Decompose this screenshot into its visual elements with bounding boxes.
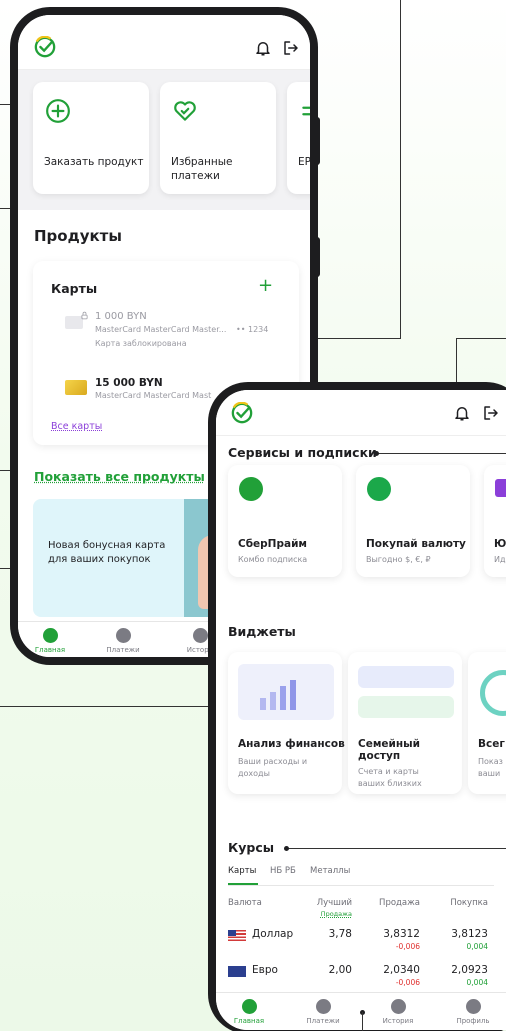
top-bar [216, 390, 506, 436]
tab-profile[interactable]: Профиль [443, 999, 503, 1025]
heart-check-icon [172, 98, 198, 124]
quick-action-label: Заказать продукт [44, 155, 144, 169]
lock-icon [80, 311, 89, 320]
service-card-buy-currency[interactable]: Покупай валюту Выгодно $, €, ₽ [356, 465, 470, 577]
card-name: MasterCard MasterCard Master... [95, 325, 226, 334]
show-all-products-link[interactable]: Показать все продукты [34, 469, 205, 484]
cards-title: Карты [51, 281, 97, 296]
quick-action-label: ЕР [298, 155, 310, 169]
finance-chart-illustration [238, 664, 334, 720]
payments-arrow-icon [116, 628, 131, 643]
eu-flag-icon [228, 966, 246, 977]
add-card-button[interactable]: + [258, 275, 273, 296]
connector-line [456, 338, 506, 339]
all-cards-link[interactable]: Все карты [51, 421, 102, 432]
phone-right: Сервисы и подписки СберПрайм Комбо подпи… [208, 382, 506, 1031]
widget-partial[interactable]: Всег Показ ваши [468, 652, 506, 794]
phone-right-screen: Сервисы и подписки СберПрайм Комбо подпи… [216, 390, 506, 1030]
rates-title: Курсы [228, 840, 274, 855]
history-icon [391, 999, 406, 1014]
connector-dot [284, 846, 289, 851]
plus-circle-icon [45, 98, 71, 124]
rate-row-usd[interactable]: Доллар 3,78 3,8312 -0,006 3,8123 0,004 [228, 928, 494, 964]
payments-arrow-icon [316, 999, 331, 1014]
tab-underline [228, 883, 258, 885]
tab-history[interactable]: История [368, 999, 428, 1025]
logout-icon[interactable] [282, 39, 300, 57]
card-item[interactable]: 1 000 BYN MasterCard MasterCard Master..… [51, 311, 301, 361]
tab-home[interactable]: Главная [219, 999, 279, 1025]
connector-line [400, 0, 401, 338]
service-card-sberprime[interactable]: СберПрайм Комбо подписка [228, 465, 342, 577]
bell-icon[interactable] [254, 39, 272, 57]
rates-tabs: Карты НБ РБ Металлы [228, 864, 494, 886]
profile-icon [466, 999, 481, 1014]
promo-text: Новая бонусная карта для ваших покупок [48, 539, 183, 567]
card-status: Карта заблокирована [95, 339, 187, 348]
top-bar [18, 15, 310, 70]
currency-exchange-icon [367, 477, 391, 501]
quick-actions-area: Заказать продукт Избранные платежи ЕР [18, 70, 310, 210]
card-masked-number: •• 1234 [236, 325, 268, 334]
connector-line [286, 848, 506, 849]
tab-payments[interactable]: Платежи [93, 628, 153, 654]
logout-icon[interactable] [482, 404, 500, 422]
service-brand-icon [495, 479, 506, 497]
card-amount: 15 000 BYN [95, 377, 163, 389]
bell-icon[interactable] [453, 404, 471, 422]
connector-line [362, 1012, 363, 1031]
connector-line [0, 706, 232, 707]
home-icon [43, 628, 58, 643]
us-flag-icon [228, 930, 246, 941]
quick-action-favorite-payments[interactable]: Избранные платежи [160, 82, 276, 194]
tab-nbrb[interactable]: НБ РБ [270, 866, 296, 876]
card-thumbnail-gold [65, 380, 87, 395]
service-card-partial[interactable]: Ю Ид [484, 465, 506, 577]
transfer-icon [299, 98, 310, 124]
sberprime-icon [239, 477, 263, 501]
quick-action-label: Избранные платежи [171, 155, 271, 183]
widget-family-access[interactable]: Семейный доступ Счета и карты ваших близ… [348, 652, 462, 794]
quick-action-order-product[interactable]: Заказать продукт [33, 82, 149, 194]
connector-line [376, 453, 506, 454]
quick-action-transfer[interactable]: ЕР [287, 82, 310, 194]
tab-cards[interactable]: Карты [228, 866, 256, 876]
history-icon [193, 628, 208, 643]
sber-logo-icon[interactable] [34, 36, 56, 58]
card-name: MasterCard MasterCard Mast [95, 391, 211, 400]
sber-logo-icon[interactable] [231, 402, 253, 424]
tab-metals[interactable]: Металлы [310, 866, 350, 876]
widgets-title: Виджеты [228, 624, 296, 639]
services-title: Сервисы и подписки [228, 445, 377, 460]
family-illustration [358, 664, 454, 720]
rates-header: Валюта Лучший Продажа Продажа Покупка [228, 898, 494, 922]
tab-home[interactable]: Главная [20, 628, 80, 654]
ring-illustration [480, 670, 506, 716]
products-title: Продукты [34, 227, 122, 245]
connector-dot [374, 451, 379, 456]
home-icon [242, 999, 257, 1014]
widget-finance-analysis[interactable]: Анализ финансов Ваши расходы и доходы [228, 652, 342, 794]
card-amount: 1 000 BYN [95, 311, 147, 322]
tab-payments[interactable]: Платежи [293, 999, 353, 1025]
